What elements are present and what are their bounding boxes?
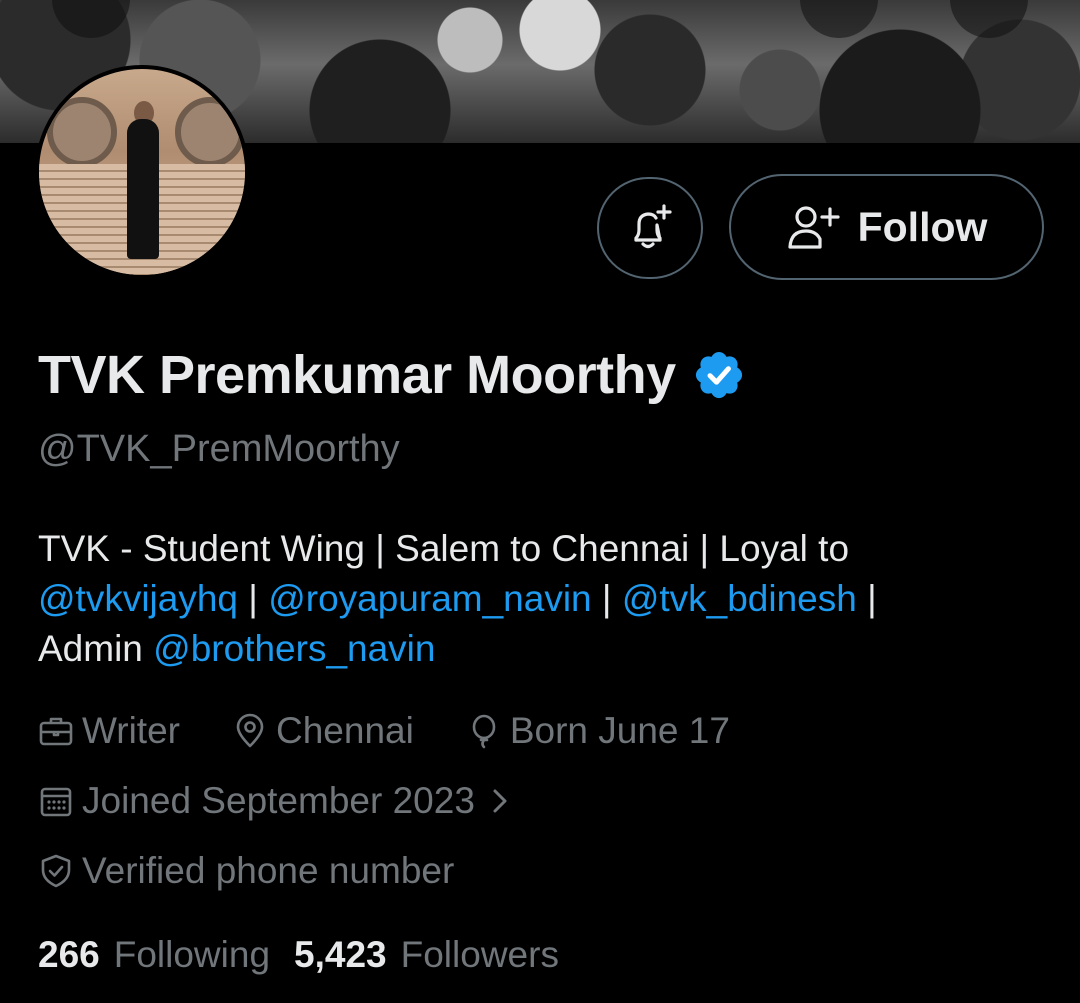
bell-plus-icon [634, 204, 672, 249]
bio-line-2: @tvkvijayhq | @royapuram_navin | @tvk_bd… [38, 574, 1048, 624]
joined-text: Joined September 2023 [82, 780, 475, 821]
display-name: TVK Premkumar Moorthy [38, 345, 676, 405]
following-link[interactable]: 266 Following [38, 934, 294, 976]
avatar-background-wheel [175, 97, 245, 167]
profile-name-row: TVK Premkumar Moorthy [38, 344, 746, 406]
bio-text: TVK - Student Wing | Salem to Chennai | … [38, 528, 850, 569]
location-text: Chennai [275, 710, 414, 751]
following-count: 266 [38, 934, 100, 975]
bio-line-3: Admin @brothers_navin [38, 624, 1048, 674]
profile-meta-row: Writer Chennai Born June 17 [38, 710, 782, 752]
following-label: Following [113, 934, 271, 975]
notify-button[interactable] [597, 177, 703, 279]
verified-badge-icon[interactable] [692, 348, 746, 402]
location-pin-icon [236, 713, 264, 748]
bio-separator: | [856, 578, 877, 619]
follow-button[interactable]: Follow [729, 174, 1044, 280]
bio-mention-link[interactable]: @royapuram_navin [268, 578, 591, 619]
bio-mention-link[interactable]: @tvk_bdinesh [622, 578, 857, 619]
shield-check-icon [41, 854, 71, 888]
bio-separator: | [591, 578, 622, 619]
profile-handle: @TVK_PremMoorthy [38, 428, 400, 470]
avatar-background-wheel [47, 97, 117, 167]
verified-phone-row: Verified phone number [38, 850, 506, 892]
verified-phone-item: Verified phone number [38, 850, 454, 892]
calendar-icon [40, 787, 72, 817]
follow-button-label: Follow [857, 203, 988, 250]
birthday-text: Born June 17 [509, 710, 730, 751]
birthday-item: Born June 17 [466, 710, 730, 752]
bio-mention-link[interactable]: @brothers_navin [153, 628, 435, 669]
profession-item: Writer [38, 710, 180, 752]
profile-bio: TVK - Student Wing | Salem to Chennai | … [38, 524, 1048, 674]
chevron-right-icon [493, 789, 507, 813]
bio-mention-link[interactable]: @tvkvijayhq [38, 578, 238, 619]
avatar[interactable] [35, 65, 249, 279]
profession-text: Writer [82, 710, 180, 751]
bio-line-1: TVK - Student Wing | Salem to Chennai | … [38, 524, 1048, 574]
bio-text: Admin [38, 628, 154, 669]
verified-phone-text: Verified phone number [82, 850, 455, 891]
followers-link[interactable]: 5,423 Followers [294, 934, 583, 976]
joined-item[interactable]: Joined September 2023 [38, 780, 523, 822]
briefcase-icon [39, 717, 73, 746]
followers-count: 5,423 [294, 934, 387, 975]
follow-stats: 266 Following 5,423 Followers [38, 934, 583, 976]
location-item: Chennai [232, 710, 414, 752]
followers-label: Followers [400, 934, 559, 975]
balloon-icon [472, 714, 496, 749]
person-plus-icon [787, 206, 840, 249]
bio-separator: | [238, 578, 269, 619]
joined-row[interactable]: Joined September 2023 [38, 780, 575, 822]
avatar-person [127, 119, 159, 259]
